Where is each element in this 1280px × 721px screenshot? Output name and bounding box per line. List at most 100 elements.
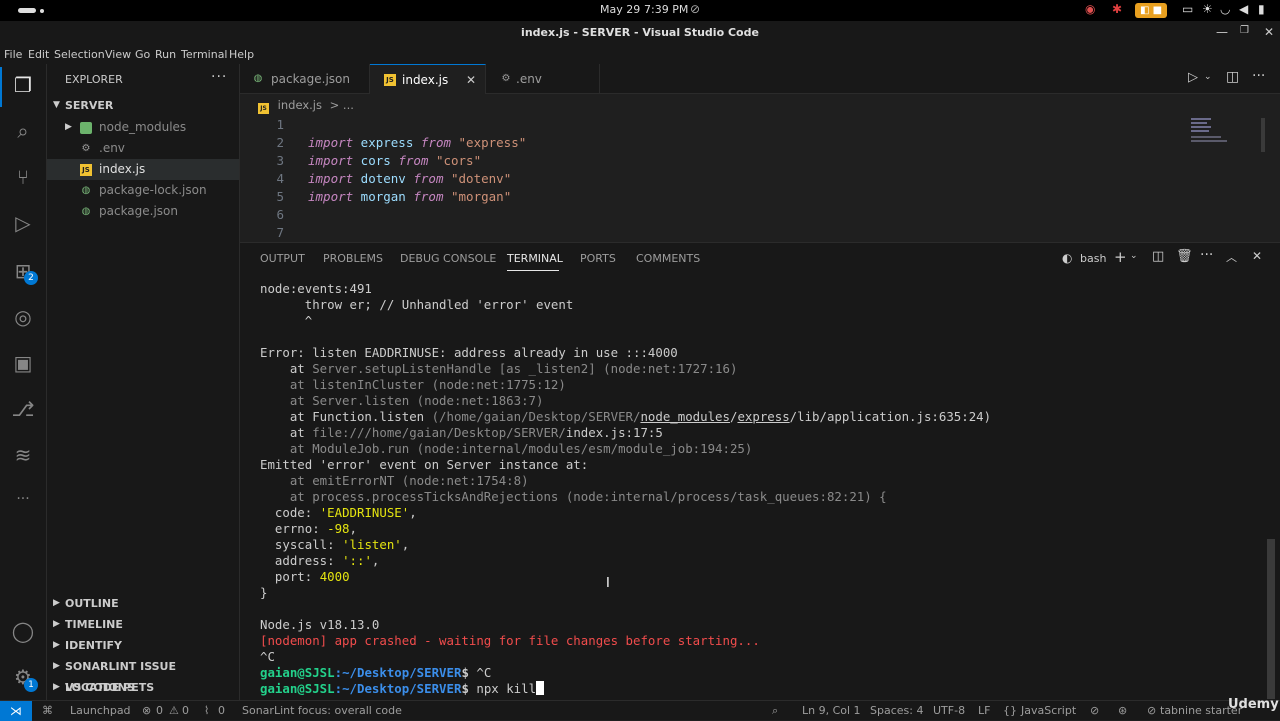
panel-tab-terminal[interactable]: TERMINAL [507, 252, 563, 265]
tray-app-icon[interactable]: ◉ [1085, 2, 1095, 16]
panel-tab-debug-console[interactable]: DEBUG CONSOLE [400, 252, 496, 265]
remote-explorer-icon[interactable]: ◎ [10, 304, 36, 330]
display-icon[interactable]: ▭ [1182, 2, 1193, 16]
restore-button[interactable]: ❐ [1240, 25, 1249, 36]
minimap[interactable] [1187, 116, 1265, 242]
trash-icon[interactable]: 🗑 [1176, 249, 1193, 264]
terminal-prompt-line: gaian@SJSL:~/Desktop/SERVER$ ^C [260, 665, 492, 680]
launchpad-label[interactable]: Launchpad [70, 704, 131, 717]
tab-package-json[interactable]: ◍ package.json [240, 64, 370, 94]
sonarlint-status[interactable]: SonarLint focus: overall code [242, 704, 402, 717]
terminal-line-error: [nodemon] app crashed - waiting for file… [260, 633, 760, 648]
section-timeline[interactable]: ▶ TIMELINE [47, 614, 239, 635]
tab-index-js[interactable]: JS index.js ✕ [370, 64, 486, 94]
code-editor[interactable]: 1 import express from "express" 2 import… [240, 116, 1185, 242]
active-view-indicator [0, 67, 2, 107]
language-mode[interactable]: JavaScript [1021, 704, 1076, 717]
section-vscode-pets[interactable]: ▶ VS CODE PETS [47, 677, 239, 698]
line-number: 3 [276, 153, 284, 168]
window-title: index.js - SERVER - Visual Studio Code [521, 26, 759, 39]
warnings-count[interactable]: 0 [182, 704, 189, 717]
search-icon[interactable]: ⌕ [10, 118, 36, 144]
panel-tab-ports[interactable]: PORTS [580, 252, 616, 265]
prettier-icon[interactable]: ⊘ [1090, 704, 1099, 717]
tree-item-env[interactable]: ⚙ .env [47, 138, 239, 159]
terminal-line: at ModuleJob.run (node:internal/modules/… [260, 441, 753, 456]
tray-recording-icon[interactable]: ◧ ■ [1135, 3, 1167, 18]
activities-indicator[interactable] [18, 8, 36, 13]
line-number: 1 [276, 117, 284, 132]
line-ending[interactable]: LF [978, 704, 990, 717]
close-tab-icon[interactable]: ✕ [466, 65, 476, 95]
folder-header-server[interactable]: ▼ SERVER [47, 95, 239, 116]
copilot-icon[interactable]: ⊛ [1118, 704, 1127, 717]
tray-settings-icon[interactable]: ✱ [1112, 2, 1122, 16]
cursor-position[interactable]: Ln 9, Col 1 [802, 704, 861, 717]
encoding[interactable]: UTF-8 [933, 704, 965, 717]
maximize-panel-icon[interactable]: ︿ [1226, 249, 1237, 265]
menu-help[interactable]: Help [229, 48, 254, 61]
run-file-icon[interactable]: ▷ [1188, 70, 1198, 85]
ports-count[interactable]: 0 [218, 704, 225, 717]
menu-go[interactable]: Go [135, 48, 150, 61]
terminal-line: ^C [260, 649, 275, 664]
source-control-icon[interactable]: ⑂ [10, 164, 36, 190]
tab-env[interactable]: ⚙ .env [486, 64, 600, 94]
explorer-more-button[interactable]: ··· [211, 69, 227, 85]
breadcrumb-file[interactable]: index.js [278, 98, 322, 112]
menu-run[interactable]: Run [155, 48, 176, 61]
indentation[interactable]: Spaces: 4 [870, 704, 923, 717]
section-sonarlint[interactable]: ▶ SONARLINT ISSUE LOCATIONS [47, 656, 239, 694]
tree-item-package-lock-json[interactable]: ◍ package-lock.json [47, 180, 239, 201]
close-window-button[interactable]: ✕ [1264, 25, 1274, 39]
system-time[interactable]: 7:39 PM [644, 3, 688, 16]
section-identify[interactable]: ▶ IDENTIFY [47, 635, 239, 656]
menu-view[interactable]: View [105, 48, 131, 61]
close-panel-icon[interactable]: ✕ [1252, 249, 1262, 263]
tree-item-package-json[interactable]: ◍ package.json [47, 201, 239, 222]
tree-item-label: index.js [99, 162, 146, 176]
section-outline[interactable]: ▶ OUTLINE [47, 593, 239, 614]
zoom-icon[interactable]: ⌕ [772, 704, 778, 718]
breadcrumb-rest[interactable]: > ... [330, 98, 354, 112]
panel-more-icon[interactable]: ··· [1200, 247, 1213, 263]
split-editor-icon[interactable]: ◫ [1226, 69, 1239, 85]
menu-bar: File Edit Selection View Go Run Terminal… [0, 45, 1280, 64]
chevron-down-icon[interactable]: ⌄ [1204, 72, 1212, 82]
editor-more-icon[interactable]: ··· [1252, 68, 1265, 84]
remote-indicator-icon[interactable]: ⋊ [0, 701, 32, 721]
terminal-line: at file:///home/gaian/Desktop/SERVER/ind… [260, 425, 663, 440]
explorer-icon[interactable]: ❐ [10, 72, 36, 98]
volume-icon[interactable]: ◀ [1239, 2, 1248, 16]
brightness-icon[interactable]: ☀ [1202, 2, 1213, 16]
panel-tab-comments[interactable]: COMMENTS [636, 252, 700, 265]
menu-selection[interactable]: Selection [54, 48, 105, 61]
menu-edit[interactable]: Edit [28, 48, 49, 61]
tree-item-node-modules[interactable]: ▶ node_modules [47, 117, 239, 138]
terminal-line: code: 'EADDRINUSE', [260, 505, 417, 520]
minimize-button[interactable]: — [1216, 25, 1228, 39]
wifi-icon[interactable]: ◡ [1220, 2, 1230, 16]
errors-count[interactable]: 0 [156, 704, 163, 717]
split-terminal-icon[interactable]: ◫ [1152, 249, 1164, 264]
git-graph-icon[interactable]: ⎇ [10, 396, 36, 422]
new-terminal-icon[interactable]: + [1114, 248, 1127, 266]
more-views-icon[interactable]: ··· [10, 486, 36, 512]
accounts-icon[interactable]: ◯ [10, 618, 36, 644]
tree-item-index-js[interactable]: JS index.js [47, 159, 239, 180]
terminal-scrollbar[interactable] [1267, 539, 1275, 699]
terminal-output[interactable]: node:events:491 throw er; // Unhandled '… [260, 281, 1260, 701]
system-date[interactable]: May 29 [600, 3, 640, 16]
panel-tab-output[interactable]: OUTPUT [260, 252, 305, 265]
menu-terminal[interactable]: Terminal [181, 48, 228, 61]
menu-file[interactable]: File [4, 48, 22, 61]
run-debug-icon[interactable]: ▷ [10, 210, 36, 236]
docker-icon[interactable]: ≋ [10, 442, 36, 468]
testing-icon[interactable]: ▣ [10, 350, 36, 376]
panel-tab-problems[interactable]: PROBLEMS [323, 252, 383, 265]
battery-icon[interactable]: ▮ [1258, 2, 1265, 16]
chevron-down-icon[interactable]: ⌄ [1130, 251, 1138, 261]
section-label: IDENTIFY [65, 639, 123, 652]
tab-label: .env [516, 72, 542, 86]
terminal-shell-name[interactable]: bash [1080, 252, 1106, 265]
